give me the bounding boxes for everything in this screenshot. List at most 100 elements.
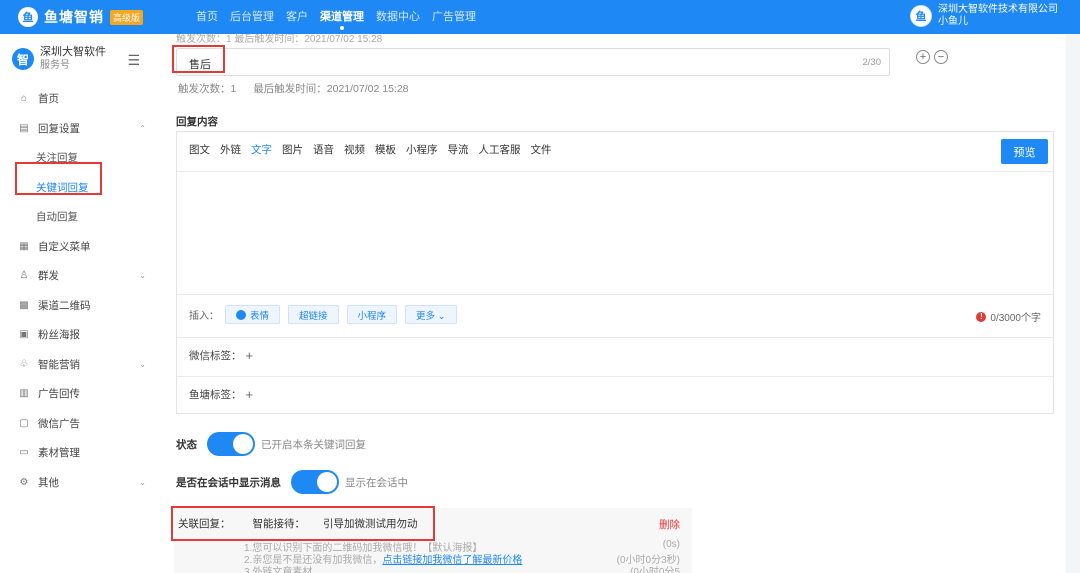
remove-keyword-icon[interactable]: − [934,50,948,64]
tab-file[interactable]: 文件 [531,142,552,157]
insert-miniprogram-button[interactable]: 小程序 [346,305,398,324]
fish-tag-label: 鱼塘标签： [189,389,242,401]
sidebar: 智 深圳大智软件 服务号 ☰ ⌂ 首页 ▤ 回复设置 ⌃ 关注回复 关键词回复 自动回… [0,34,162,573]
insert-emoji-button[interactable]: 表情 [225,305,281,324]
tab-video[interactable]: 视频 [344,142,365,157]
sidebar-item-label: 渠道二维码 [38,299,91,312]
main-nav: 首页 后台管理 客户 渠道管理 数据中心 广告管理 [190,0,482,34]
divider [177,337,1053,338]
sidebar-item-other[interactable]: ⚙ 其他 ⌄ [0,468,162,498]
chevron-up-icon: ⌃ [139,123,146,133]
add-keyword-icon[interactable]: + [916,50,930,64]
sidebar-item-custom-menu[interactable]: ▦ 自定义菜单 [0,232,162,262]
sidebar-item-material[interactable]: ▭ 素材管理 [0,438,162,468]
tab-traffic[interactable]: 导流 [448,142,469,157]
highlight-box [15,162,102,195]
sidebar-item-label: 回复设置 [38,122,80,135]
nav-customers[interactable]: 客户 [280,0,314,34]
message-icon: ▤ [19,122,29,134]
nav-admin[interactable]: 后台管理 [224,0,280,34]
assoc-step-link[interactable]: 点击链接加我微信了解最新价格 [382,555,522,566]
highlight-box [171,506,435,541]
ad-return-icon: ▥ [19,388,29,400]
wechat-tag-row: 微信标签： + [189,348,253,363]
insert-label: 插入： [189,311,219,322]
sidebar-item-label: 微信广告 [38,417,80,430]
watermark-logo-icon [8,540,34,563]
grid-icon: ▦ [19,240,29,252]
tab-human-service[interactable]: 人工客服 [479,142,521,157]
sidebar-item-label: 首页 [38,93,59,106]
reply-text-area[interactable] [177,172,1053,294]
watermark-text: 大数跨境 [42,544,114,563]
sidebar-account: 智 深圳大智软件 服务号 ☰ [0,34,162,84]
sidebar-item-wechat-ad[interactable]: ▢ 微信广告 [0,409,162,439]
home-icon: ⌂ [20,93,28,105]
previous-trigger-info: 触发次数：1 最后触发时间：2021/07/02 15:28 [176,34,383,45]
sidebar-item-broadcast[interactable]: ♙ 群发 ⌄ [0,261,162,291]
sidebar-item-label: 群发 [38,270,59,283]
account-avatar: 智 [12,48,34,70]
tab-miniprogram[interactable]: 小程序 [406,142,438,157]
poster-icon: ▣ [19,329,29,341]
sidebar-item-label: 广告回传 [38,388,80,401]
show-in-chat-text: 显示在会话中 [345,476,408,489]
add-fish-tag-icon[interactable]: + [246,387,254,402]
main-content: 触发次数：1 最后触发时间：2021/07/02 15:28 售后 2/30 +… [162,34,1080,573]
tab-link[interactable]: 外链 [220,142,241,157]
insert-emoji-label: 表情 [250,310,270,322]
insert-more-dropdown[interactable]: 更多 ⌄ [405,305,457,324]
sidebar-item-auto-reply[interactable]: 自动回复 [0,202,162,232]
tab-image[interactable]: 图片 [282,142,303,157]
fish-logo-icon: 鱼 [18,7,38,27]
menu-toggle-icon[interactable]: ☰ [127,52,140,69]
sidebar-item-fan-poster[interactable]: ▣ 粉丝海报 [0,320,162,350]
delete-assoc-button[interactable]: 删除 [659,517,680,532]
reply-content-title: 回复内容 [176,116,218,128]
trigger-info: 触发次数：1 最后触发时间：2021/07/02 15:28 [178,81,423,96]
tab-template[interactable]: 模板 [375,142,396,157]
toggle-knob [233,434,253,454]
sidebar-item-reply-settings[interactable]: ▤ 回复设置 ⌃ [0,114,162,144]
sidebar-item-label: 素材管理 [38,447,80,460]
warning-icon: ! [976,311,987,322]
chevron-down-icon: ⌄ [139,271,146,281]
company-name: 深圳大智软件技术有限公司 [938,4,1058,15]
nav-channel-management[interactable]: 渠道管理 [314,0,370,34]
account-menu[interactable]: 鱼 深圳大智软件技术有限公司 小鱼儿 [910,4,1058,28]
watermark: 大数跨境 [8,539,114,564]
brand-logo[interactable]: 鱼 鱼塘智销 高级版 [18,7,144,27]
sidebar-item-channel-qrcode[interactable]: ▩ 渠道二维码 [0,291,162,321]
reply-type-tabs: 图文 外链 文字 图片 语音 视频 模板 小程序 导流 人工客服 文件 [189,142,562,157]
nav-home[interactable]: 首页 [190,0,224,34]
insert-hyperlink-button[interactable]: 超链接 [288,305,339,324]
tab-news[interactable]: 图文 [189,142,210,157]
nav-ad-management[interactable]: 广告管理 [426,0,482,34]
sidebar-account-name: 深圳大智软件 [40,46,106,58]
add-wechat-tag-icon[interactable]: + [246,348,254,363]
insert-toolbar: 插入： 表情 超链接 小程序 更多 ⌄ [189,305,465,324]
assoc-step-delay: (0小时0分5 [629,567,680,573]
trigger-count: 触发次数：1 [178,83,237,95]
sidebar-item-ad-return[interactable]: ▥ 广告回传 [0,379,162,409]
qrcode-icon: ▩ [19,299,29,311]
preview-button[interactable]: 预览 [1001,139,1048,164]
fish-tag-row: 鱼塘标签： + [189,387,253,402]
status-toggle[interactable] [207,432,255,456]
status-label: 状态 [176,438,197,451]
keyword-input[interactable]: 售后 2/30 [176,48,890,76]
keyword-char-count: 2/30 [862,57,882,68]
sidebar-item-smart-marketing[interactable]: ♧ 智能营销 ⌄ [0,350,162,380]
users-icon: ♙ [19,270,29,282]
tab-voice[interactable]: 语音 [313,142,334,157]
tab-text[interactable]: 文字 [251,142,272,157]
status-row: 状态 已开启本条关键词回复 [176,432,366,456]
content-char-count: ! 0/3000个字 [976,309,1041,324]
settings-icon: ⚙ [19,476,29,488]
nav-data-center[interactable]: 数据中心 [370,0,426,34]
sidebar-item-home[interactable]: ⌂ 首页 [0,84,162,114]
highlight-box [172,45,225,73]
wechat-ad-icon: ▢ [19,417,29,429]
show-in-chat-toggle[interactable] [291,470,339,494]
sidebar-item-label: 粉丝海报 [38,329,80,342]
